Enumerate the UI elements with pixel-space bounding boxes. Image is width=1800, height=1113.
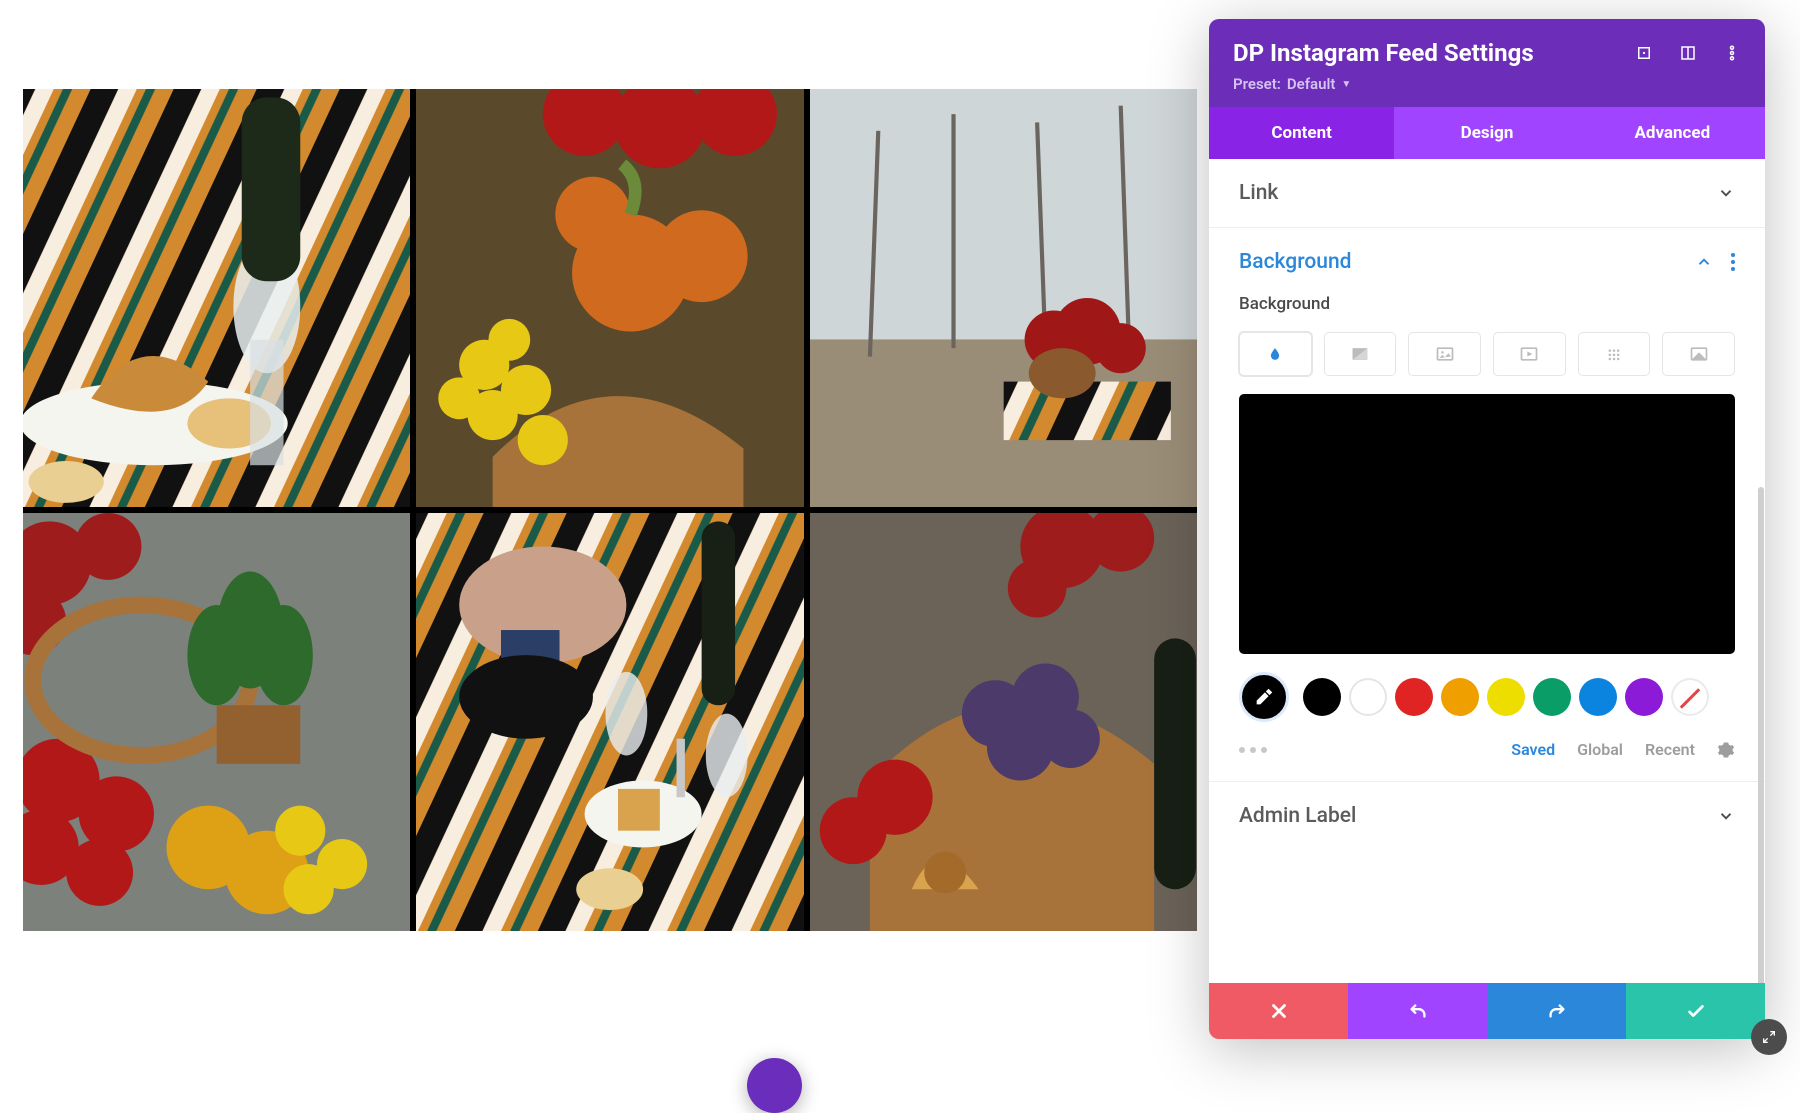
chevron-down-icon [1717, 807, 1735, 825]
tab-design[interactable]: Design [1394, 107, 1579, 159]
expand-icon[interactable] [1635, 44, 1653, 62]
bg-tab-image[interactable] [1408, 332, 1481, 376]
chevron-down-icon [1717, 184, 1735, 202]
cancel-button[interactable] [1209, 983, 1348, 1039]
panel-body: Link Background Background [1209, 159, 1765, 983]
scrollbar-thumb[interactable] [1758, 487, 1764, 983]
grid-cell[interactable] [810, 513, 1197, 931]
palette-swatch[interactable] [1349, 678, 1387, 716]
main-tabs: Content Design Advanced [1209, 107, 1765, 159]
color-palette [1239, 672, 1735, 722]
settings-panel: DP Instagram Feed Settings Preset: Defau… [1209, 19, 1765, 1039]
tab-advanced[interactable]: Advanced [1580, 107, 1765, 159]
redo-button[interactable] [1487, 983, 1626, 1039]
save-button[interactable] [1626, 983, 1765, 1039]
section-header-admin-label[interactable]: Admin Label [1239, 804, 1735, 828]
section-title: Admin Label [1239, 804, 1356, 828]
palette-tab-recent[interactable]: Recent [1645, 740, 1695, 759]
bg-tab-pattern[interactable] [1578, 332, 1651, 376]
palette-swatch[interactable] [1533, 678, 1571, 716]
panel-footer [1209, 983, 1765, 1039]
palette-swatch[interactable] [1487, 678, 1525, 716]
bg-tab-mask[interactable] [1662, 332, 1735, 376]
background-color-preview[interactable] [1239, 394, 1735, 654]
grid-cell[interactable] [416, 89, 803, 507]
bg-tab-color[interactable] [1239, 332, 1312, 376]
palette-footer: Saved Global Recent [1239, 740, 1735, 759]
section-header-link[interactable]: Link [1239, 181, 1735, 205]
chevron-up-icon [1695, 253, 1713, 271]
palette-swatch[interactable] [1625, 678, 1663, 716]
caret-down-icon: ▼ [1341, 79, 1351, 90]
background-type-tabs [1239, 332, 1735, 376]
eyedropper-button[interactable] [1239, 672, 1289, 722]
grid-cell[interactable] [416, 513, 803, 931]
panel-title: DP Instagram Feed Settings [1233, 39, 1534, 67]
palette-swatch[interactable] [1395, 678, 1433, 716]
panel-header: DP Instagram Feed Settings Preset: Defau… [1209, 19, 1765, 107]
background-sublabel: Background [1239, 294, 1735, 314]
section-title: Background [1239, 250, 1351, 274]
palette-tab-global[interactable]: Global [1577, 740, 1623, 759]
preset-selector[interactable]: Preset: Default ▼ [1233, 75, 1351, 93]
palette-swatch[interactable] [1303, 678, 1341, 716]
palette-swatch[interactable] [1441, 678, 1479, 716]
snap-icon[interactable] [1679, 44, 1697, 62]
palette-tab-saved[interactable]: Saved [1511, 740, 1555, 759]
resize-handle[interactable] [1751, 1019, 1787, 1055]
preset-prefix: Preset: [1233, 75, 1281, 93]
tab-content[interactable]: Content [1209, 107, 1394, 159]
section-link: Link [1209, 159, 1765, 228]
section-admin-label: Admin Label [1209, 782, 1765, 850]
palette-swatch-none[interactable] [1671, 678, 1709, 716]
grid-cell[interactable] [23, 89, 410, 507]
divi-fab[interactable] [747, 1058, 802, 1113]
bg-tab-gradient[interactable] [1324, 332, 1397, 376]
instagram-grid [23, 89, 1197, 931]
bg-tab-video[interactable] [1493, 332, 1566, 376]
grid-cell[interactable] [810, 89, 1197, 507]
palette-more-icon[interactable] [1239, 747, 1267, 753]
page-canvas: DP Instagram Feed Settings Preset: Defau… [0, 0, 1800, 1090]
more-icon[interactable] [1723, 44, 1741, 62]
undo-button[interactable] [1348, 983, 1487, 1039]
section-background: Background Background [1209, 228, 1765, 782]
preset-value: Default [1287, 75, 1336, 93]
palette-swatch[interactable] [1579, 678, 1617, 716]
gear-icon[interactable] [1717, 741, 1735, 759]
section-header-background[interactable]: Background [1239, 250, 1735, 274]
grid-cell[interactable] [23, 513, 410, 931]
section-more-icon[interactable] [1731, 253, 1735, 271]
section-title: Link [1239, 181, 1278, 205]
